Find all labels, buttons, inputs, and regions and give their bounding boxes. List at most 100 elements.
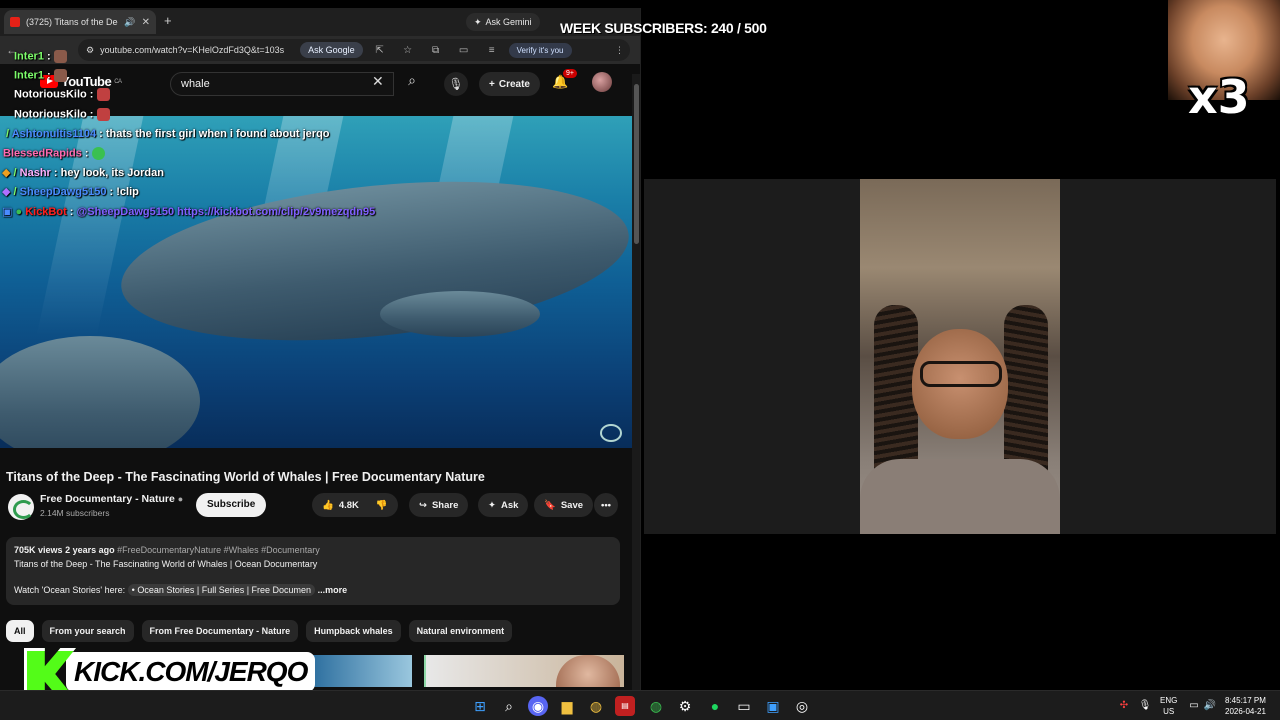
multiplier-label: x3 <box>1188 70 1250 124</box>
channel-watermark-icon[interactable] <box>600 424 622 442</box>
description-box[interactable]: 705K views 2 years ago #FreeDocumentaryN… <box>6 537 620 605</box>
clock[interactable]: 8:45:17 PM 2026-04-21 <box>1225 695 1266 717</box>
terminal-icon[interactable]: ▭ <box>734 696 754 716</box>
sperm-whale-lower <box>0 336 200 448</box>
page-scrollbar[interactable] <box>632 74 640 690</box>
settings-icon[interactable]: ⚙ <box>675 696 695 716</box>
save-button[interactable]: 🔖 Save <box>534 493 594 517</box>
ask-gemini-button[interactable]: ✦ Ask Gemini <box>466 13 540 31</box>
upload-age: 2 years ago <box>65 545 115 555</box>
bot-badge-icon: ▣ <box>2 206 13 218</box>
cast-icon[interactable]: ⇱ <box>369 45 391 56</box>
channel-name-text[interactable]: Free Documentary - Nature <box>40 493 175 505</box>
chat-message: ◆ / SheepDawg5150 : !clip <box>2 186 139 198</box>
bookmark-star-icon[interactable]: ☆ <box>397 45 419 56</box>
mod-badge-icon: / <box>13 186 17 198</box>
plus-icon: + <box>489 78 495 90</box>
clock-time: 8:45:17 PM <box>1225 696 1266 705</box>
search-input[interactable]: whale <box>170 72 394 96</box>
file-explorer-icon[interactable]: ▆ <box>557 696 577 716</box>
chat-username: KickBot <box>25 206 67 218</box>
ask-label: Ask <box>500 499 519 511</box>
close-tab-icon[interactable]: ✕ <box>142 17 150 28</box>
app-icon[interactable]: ▣ <box>763 696 783 716</box>
ask-button[interactable]: ✦ Ask <box>478 493 529 517</box>
volume-icon[interactable]: 🔊 <box>1200 696 1220 716</box>
tab-bar: (3725) Titans of the Deep - 🔊 ✕ + ✦ Ask … <box>0 8 640 36</box>
lang-line-2: US <box>1163 707 1175 716</box>
obs-icon[interactable]: ◎ <box>792 696 812 716</box>
chip-humpback[interactable]: Humpback whales <box>306 620 401 642</box>
new-tab-icon[interactable]: + <box>164 13 172 28</box>
whale-calf <box>380 291 540 337</box>
like-button[interactable]: 👍 4.8K 👎 <box>312 493 398 517</box>
chat-text: @SheepDawg5150 https://kickbot.com/clip/… <box>76 206 376 218</box>
chip-all[interactable]: All <box>6 620 34 642</box>
share-button[interactable]: ↪ Share <box>409 493 469 517</box>
spotify-icon[interactable]: ● <box>705 696 725 716</box>
tab-title: (3725) Titans of the Deep - <box>26 17 118 27</box>
chat-message: ◆ / Nashr : hey look, its Jordan <box>2 167 164 179</box>
subscribe-button[interactable]: Subscribe <box>196 493 267 517</box>
save-icon: 🔖 <box>544 499 556 511</box>
chip-natural-env[interactable]: Natural environment <box>408 620 513 642</box>
address-row: ← ⚙ youtube.com/watch?v=KHelOzdFd3Q&t=10… <box>0 36 640 64</box>
scrollbar-thumb[interactable] <box>634 84 639 244</box>
reading-list-icon[interactable]: ≡ <box>481 45 503 56</box>
region-code: CA <box>114 78 122 85</box>
badge-icon: ◆ <box>2 167 11 179</box>
language-indicator[interactable]: ENG US <box>1160 695 1177 717</box>
app-icon[interactable]: ▤ <box>615 696 635 716</box>
chat-message: ▣ ● KickBot : @SheepDawg5150 https://kic… <box>2 206 376 218</box>
chrome-icon[interactable]: ◍ <box>586 696 606 716</box>
speaker-icon[interactable]: 🔊 <box>124 17 135 28</box>
create-label: Create <box>498 78 530 90</box>
channel-avatar[interactable] <box>8 494 34 520</box>
chat-message: Inter1 : <box>14 50 67 63</box>
browser-tab[interactable]: (3725) Titans of the Deep - 🔊 ✕ <box>4 10 156 34</box>
verify-button[interactable]: Verify it's you <box>508 42 572 58</box>
extensions-icon[interactable]: ⧉ <box>425 45 447 56</box>
browser-menu-icon[interactable]: ⋮ <box>615 45 624 56</box>
playlist-link[interactable]: • Ocean Stories | Full Series | Free Doc… <box>127 584 316 596</box>
create-button[interactable]: + Create <box>479 72 540 96</box>
like-count: 4.8K <box>338 499 359 511</box>
chip-from-channel[interactable]: From Free Documentary - Nature <box>141 620 299 642</box>
gemini-icon: ✦ <box>474 16 482 27</box>
tray-app-icon[interactable]: ✣ <box>1114 696 1134 716</box>
split-view-icon[interactable]: ▭ <box>453 45 475 56</box>
more-actions-icon[interactable]: ••• <box>594 493 618 517</box>
mic-icon[interactable]: 🎙 <box>444 72 468 96</box>
ask-google-button[interactable]: Ask Google <box>300 42 363 58</box>
desc-meta-line: 705K views 2 years ago #FreeDocumentaryN… <box>14 544 612 558</box>
chat-message: NotoriousKilo : <box>14 108 110 121</box>
address-bar[interactable]: ⚙ youtube.com/watch?v=KHelOzdFd3Q&t=103s… <box>78 39 630 61</box>
search-icon[interactable]: ⌕ <box>499 696 519 716</box>
subscriber-count: 2.14M subscribers <box>40 508 110 518</box>
thumbs-down-icon[interactable]: 👎 <box>376 500 388 511</box>
save-label: Save <box>560 499 584 511</box>
chip-from-search[interactable]: From your search <box>41 620 134 642</box>
chat-text: !clip <box>116 186 139 198</box>
chat-username: Nashr <box>19 167 51 179</box>
clear-search-icon[interactable]: ✕ <box>372 73 384 90</box>
hashtags[interactable]: #FreeDocumentaryNature #Whales #Document… <box>117 545 320 555</box>
desc-link-prefix: Watch 'Ocean Stories' here: <box>14 585 126 595</box>
chrome-profile-icon[interactable]: ◍ <box>646 696 666 716</box>
show-more-link[interactable]: ...more <box>318 585 348 595</box>
ask-gemini-label: Ask Gemini <box>485 17 532 27</box>
search-icon[interactable]: ⌕ <box>396 72 428 96</box>
related-video-thumbnail[interactable] <box>312 655 412 687</box>
thumbs-up-icon: 👍 <box>322 499 334 511</box>
start-icon[interactable]: ⊞ <box>470 696 490 716</box>
channel-name[interactable]: Free Documentary - Nature ● <box>40 493 183 505</box>
mod-badge-icon: / <box>6 128 10 140</box>
tray-mic-icon[interactable]: 🎙 <box>1135 696 1155 716</box>
site-info-icon[interactable]: ⚙ <box>86 45 94 56</box>
discord-icon[interactable]: ◉ <box>528 696 548 716</box>
sperm-whale <box>113 159 632 363</box>
kick-url: KICK.COM/JERQO <box>66 652 316 692</box>
desc-line-2: Watch 'Ocean Stories' here: • Ocean Stor… <box>14 584 612 598</box>
url-text[interactable]: youtube.com/watch?v=KHelOzdFd3Q&t=103s <box>100 45 294 55</box>
account-avatar[interactable] <box>592 72 612 92</box>
